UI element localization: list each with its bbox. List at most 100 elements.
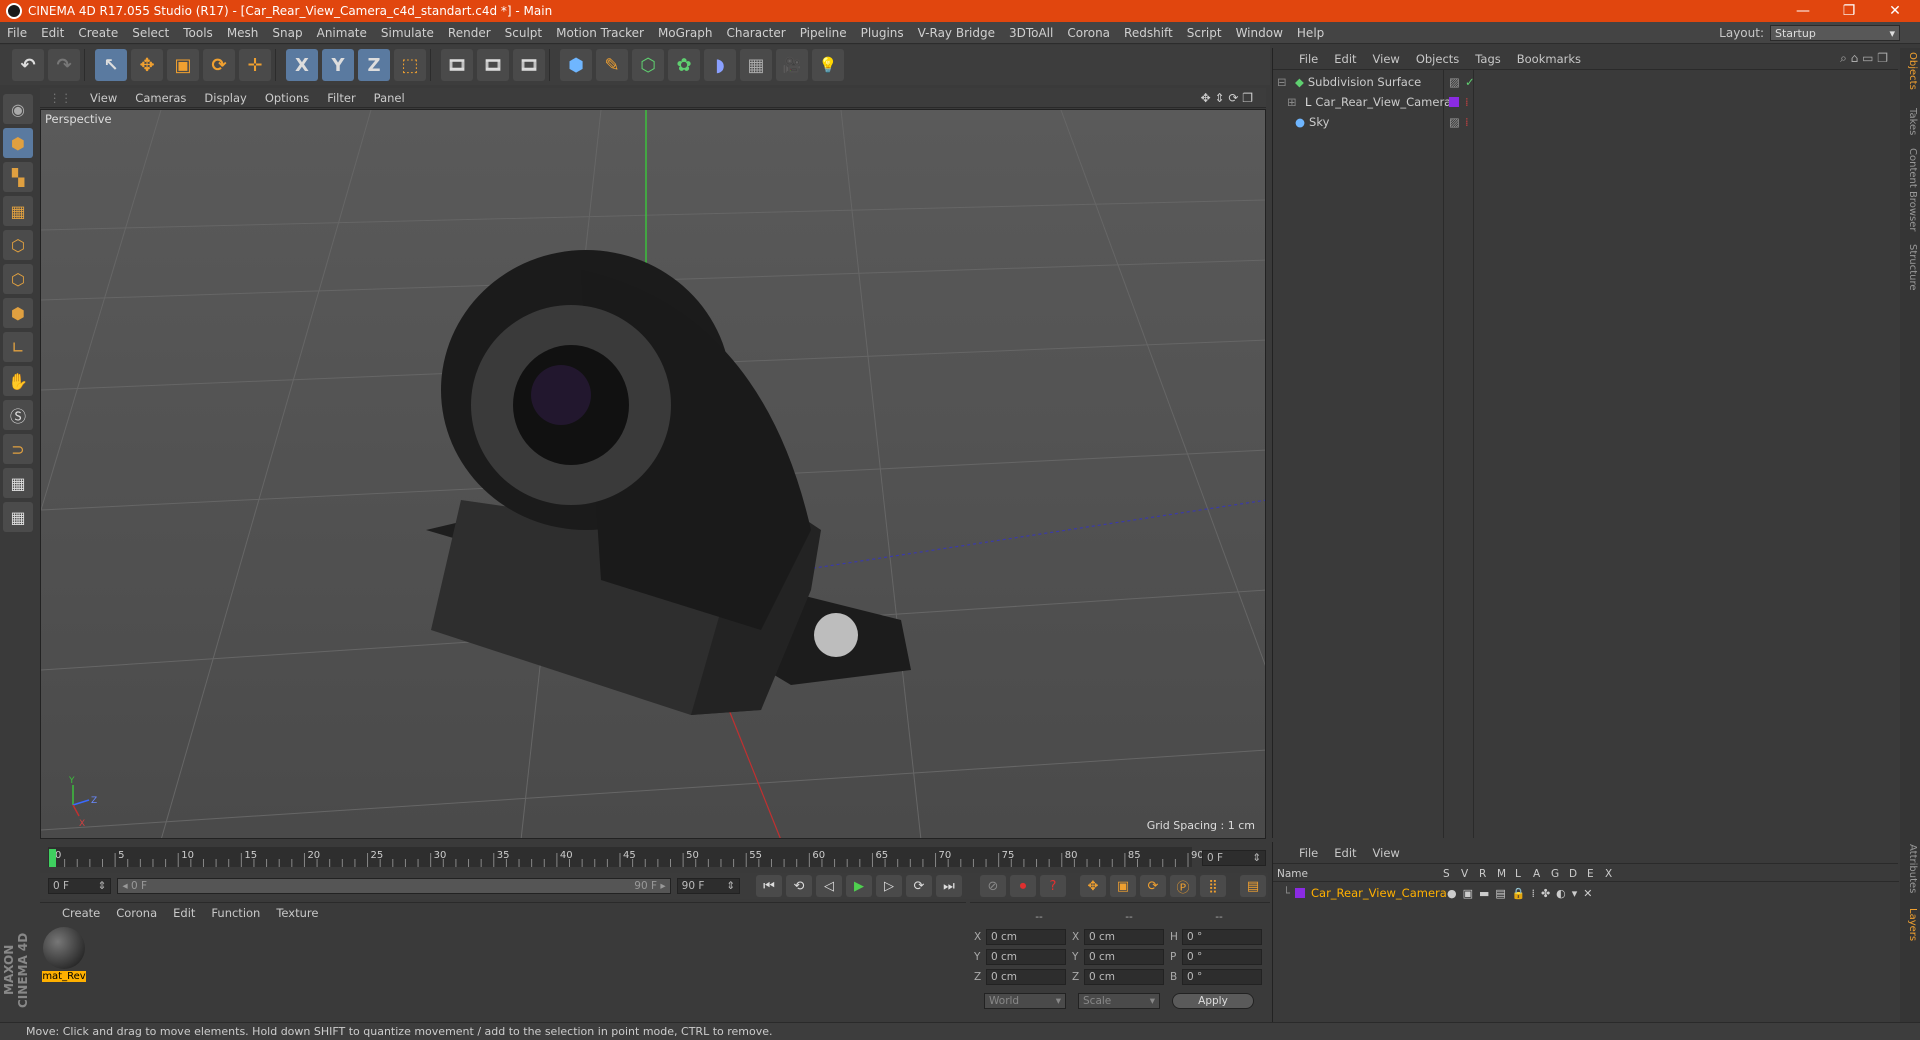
menu-redshift[interactable]: Redshift	[1117, 26, 1180, 40]
menu-help[interactable]: Help	[1290, 26, 1331, 40]
position-z-field[interactable]: 0 cm	[986, 969, 1066, 985]
scale-icon[interactable]: ▣	[167, 49, 199, 81]
key-pla-icon[interactable]: ⣿	[1200, 875, 1226, 897]
material-swatch[interactable]: mat_Rev	[42, 927, 86, 985]
axis-mode-icon[interactable]: ∟	[3, 332, 33, 362]
render-picture-viewer-icon[interactable]: 🎞	[477, 49, 509, 81]
magnet-icon[interactable]: ⊃	[3, 434, 33, 464]
menu-animate[interactable]: Animate	[310, 26, 374, 40]
visibility-dots-icon[interactable]: ⁞	[1465, 115, 1469, 129]
maximize-button[interactable]: ❐	[1826, 0, 1872, 22]
mat-menu-texture[interactable]: Texture	[268, 906, 326, 920]
end-frame-field[interactable]: 90 F ⇕	[676, 878, 740, 894]
menu-window[interactable]: Window	[1229, 26, 1290, 40]
obj-manager-search-icon[interactable]: ⌕ ⌂ ▭ ❐	[1840, 51, 1888, 66]
next-frame-icon[interactable]: ▷	[876, 875, 902, 897]
viewport-nav-icons[interactable]: ✥ ⇕ ⟳ ❐	[1192, 91, 1262, 105]
expand-icon[interactable]: ⊞	[1287, 95, 1301, 109]
tab-content-browser[interactable]: Content Browser	[1902, 148, 1918, 231]
autokey-icon[interactable]: ?	[1040, 875, 1066, 897]
expand-icon[interactable]: ⊟	[1277, 75, 1291, 89]
play-icon[interactable]: ▶	[846, 875, 872, 897]
prev-frame-icon[interactable]: ◁	[816, 875, 842, 897]
object-row[interactable]: ● Sky ▨ ⁞	[1273, 112, 1899, 132]
key-rotate-icon[interactable]: ⟳	[1140, 875, 1166, 897]
menu-corona[interactable]: Corona	[1060, 26, 1117, 40]
object-row[interactable]: ⊞ Ⅼ Car_Rear_View_Camera ⁞	[1273, 92, 1899, 112]
enabled-check-icon[interactable]: ✓	[1465, 75, 1475, 89]
frame-range-slider[interactable]: ◂ 0 F 90 F ▸	[117, 878, 671, 894]
render-view-icon[interactable]: 🎞	[441, 49, 473, 81]
tab-layers[interactable]: Layers	[1902, 908, 1918, 941]
visibility-dots-icon[interactable]: ⁞	[1465, 95, 1469, 109]
menu-character[interactable]: Character	[719, 26, 792, 40]
visibility-dots-icon[interactable]: ▨	[1449, 75, 1460, 89]
start-frame-field[interactable]: 0 F ⇕	[48, 878, 112, 894]
size-x-field[interactable]: 0 cm	[1084, 929, 1164, 945]
rotation-b-field[interactable]: 0 °	[1182, 969, 1262, 985]
pen-icon[interactable]: ✎	[596, 49, 628, 81]
workplane-icon[interactable]: ▦	[3, 196, 33, 226]
next-key-icon[interactable]: ⟳	[906, 875, 932, 897]
position-y-field[interactable]: 0 cm	[986, 949, 1066, 965]
viewport-menu-panel[interactable]: Panel	[365, 91, 414, 105]
tab-structure[interactable]: Structure	[1902, 244, 1918, 291]
layer-flag-icons[interactable]: ●▣▬▤🔒⁞✤◐▾✕	[1447, 887, 1599, 900]
mat-menu-edit[interactable]: Edit	[165, 906, 203, 920]
perspective-viewport[interactable]: Y Z X Perspective Grid Spacing : 1 cm	[40, 109, 1266, 839]
menu-file[interactable]: File	[0, 26, 34, 40]
viewport-menu-options[interactable]: Options	[256, 91, 318, 105]
viewport-menu-display[interactable]: Display	[195, 91, 255, 105]
texture-mode-icon[interactable]: ▚	[3, 162, 33, 192]
menu-vray-bridge[interactable]: V-Ray Bridge	[911, 26, 1002, 40]
size-mode-dropdown[interactable]: Scale ▾	[1078, 993, 1160, 1009]
coord-system-dropdown[interactable]: World ▾	[984, 993, 1066, 1009]
obj-menu-bookmarks[interactable]: Bookmarks	[1509, 52, 1589, 66]
layer-menu-file[interactable]: File	[1291, 846, 1326, 860]
obj-menu-view[interactable]: View	[1365, 52, 1408, 66]
planar-workplane-icon[interactable]: ▦	[3, 502, 33, 532]
snapping-icon[interactable]: Ⓢ	[3, 400, 33, 430]
tab-attributes[interactable]: Attributes	[1902, 844, 1918, 893]
menu-pipeline[interactable]: Pipeline	[793, 26, 854, 40]
layer-menu-view[interactable]: View	[1365, 846, 1408, 860]
cube-icon[interactable]: ⬢	[560, 49, 592, 81]
size-y-field[interactable]: 0 cm	[1084, 949, 1164, 965]
menu-create[interactable]: Create	[71, 26, 125, 40]
viewport-menu-cameras[interactable]: Cameras	[126, 91, 195, 105]
timeline-end-field[interactable]: 0 F ⇕	[1202, 850, 1266, 866]
prev-key-icon[interactable]: ⟲	[786, 875, 812, 897]
menu-mograph[interactable]: MoGraph	[651, 26, 720, 40]
coordinate-system-icon[interactable]: ⬚	[394, 49, 426, 81]
locked-workplane-icon[interactable]: ▦	[3, 468, 33, 498]
recent-tool-icon[interactable]: ✛	[239, 49, 271, 81]
obj-menu-file[interactable]: File	[1291, 52, 1326, 66]
visibility-dots-icon[interactable]: ▨	[1449, 115, 1460, 129]
polygons-mode-icon[interactable]: ⬢	[3, 298, 33, 328]
key-scale-icon[interactable]: ▣	[1110, 875, 1136, 897]
viewport-menu-filter[interactable]: Filter	[318, 91, 364, 105]
menu-motion-tracker[interactable]: Motion Tracker	[549, 26, 651, 40]
light-icon[interactable]: 💡	[812, 49, 844, 81]
mat-menu-corona[interactable]: Corona	[108, 906, 165, 920]
viewport-menu-view[interactable]: View	[81, 91, 126, 105]
menu-mesh[interactable]: Mesh	[220, 26, 266, 40]
obj-menu-edit[interactable]: Edit	[1326, 52, 1364, 66]
mat-menu-function[interactable]: Function	[203, 906, 268, 920]
obj-menu-objects[interactable]: Objects	[1408, 52, 1467, 66]
minimize-button[interactable]: —	[1780, 0, 1826, 22]
menu-edit[interactable]: Edit	[34, 26, 71, 40]
array-icon[interactable]: ✿	[668, 49, 700, 81]
layer-name[interactable]: Car_Rear_View_Camera	[1311, 886, 1447, 900]
tweak-mode-icon[interactable]: ✋	[3, 366, 33, 396]
menu-snap[interactable]: Snap	[265, 26, 309, 40]
playhead[interactable]	[49, 849, 56, 867]
menu-tools[interactable]: Tools	[176, 26, 220, 40]
live-select-icon[interactable]: ↖	[95, 49, 127, 81]
layer-color-swatch[interactable]	[1295, 888, 1305, 898]
tab-takes[interactable]: Takes	[1902, 108, 1918, 135]
y-axis-lock-icon[interactable]: Y	[322, 49, 354, 81]
obj-menu-tags[interactable]: Tags	[1467, 52, 1508, 66]
subdivision-icon[interactable]: ⬡	[632, 49, 664, 81]
mat-menu-create[interactable]: Create	[54, 906, 108, 920]
